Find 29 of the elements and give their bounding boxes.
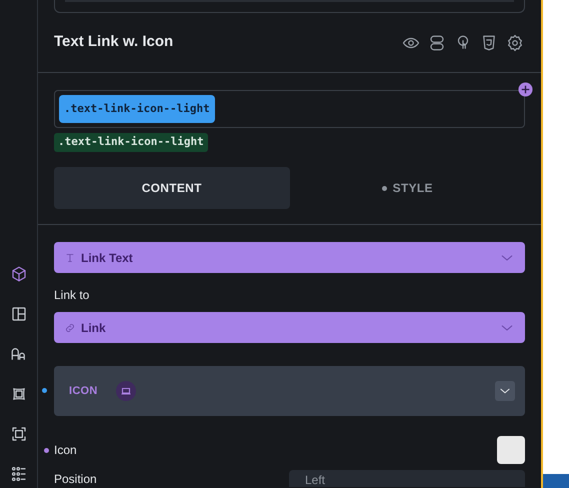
class-selector-field[interactable]: .text-link-icon--light <box>54 90 525 128</box>
tab[interactable]: STYLE <box>290 167 525 209</box>
element-title: Text Link w. Icon <box>54 32 174 52</box>
class-tag[interactable]: .text-link-icon--light <box>59 95 215 123</box>
field-label: Position <box>54 472 97 486</box>
css3-icon[interactable] <box>480 34 498 52</box>
link-icon <box>64 322 76 334</box>
toggle-icon[interactable] <box>428 34 446 52</box>
section-header[interactable]: ICON <box>54 366 525 416</box>
typography-icon[interactable] <box>10 345 28 363</box>
settings-icon[interactable] <box>506 34 524 52</box>
add-icon[interactable] <box>518 82 533 97</box>
field-label: Link to <box>54 287 90 304</box>
select-field[interactable]: Left <box>289 470 525 487</box>
bottom-bar <box>543 474 569 488</box>
section-title: ICON <box>69 384 98 399</box>
expand-button[interactable] <box>495 381 515 401</box>
cube-icon[interactable] <box>10 265 28 283</box>
text-icon <box>64 252 76 264</box>
grid-icon[interactable] <box>10 465 28 483</box>
dropdown[interactable]: Link Text <box>54 242 525 273</box>
tab[interactable]: CONTENT <box>54 167 290 209</box>
dropdown[interactable]: Link <box>54 312 525 343</box>
field-label: Icon <box>54 442 77 459</box>
code-field[interactable] <box>54 0 525 13</box>
active-class-label: .text-link-icon--light <box>54 133 208 152</box>
layout-icon[interactable] <box>10 305 28 323</box>
laptop-icon <box>116 381 136 401</box>
box-icon[interactable] <box>10 425 28 443</box>
